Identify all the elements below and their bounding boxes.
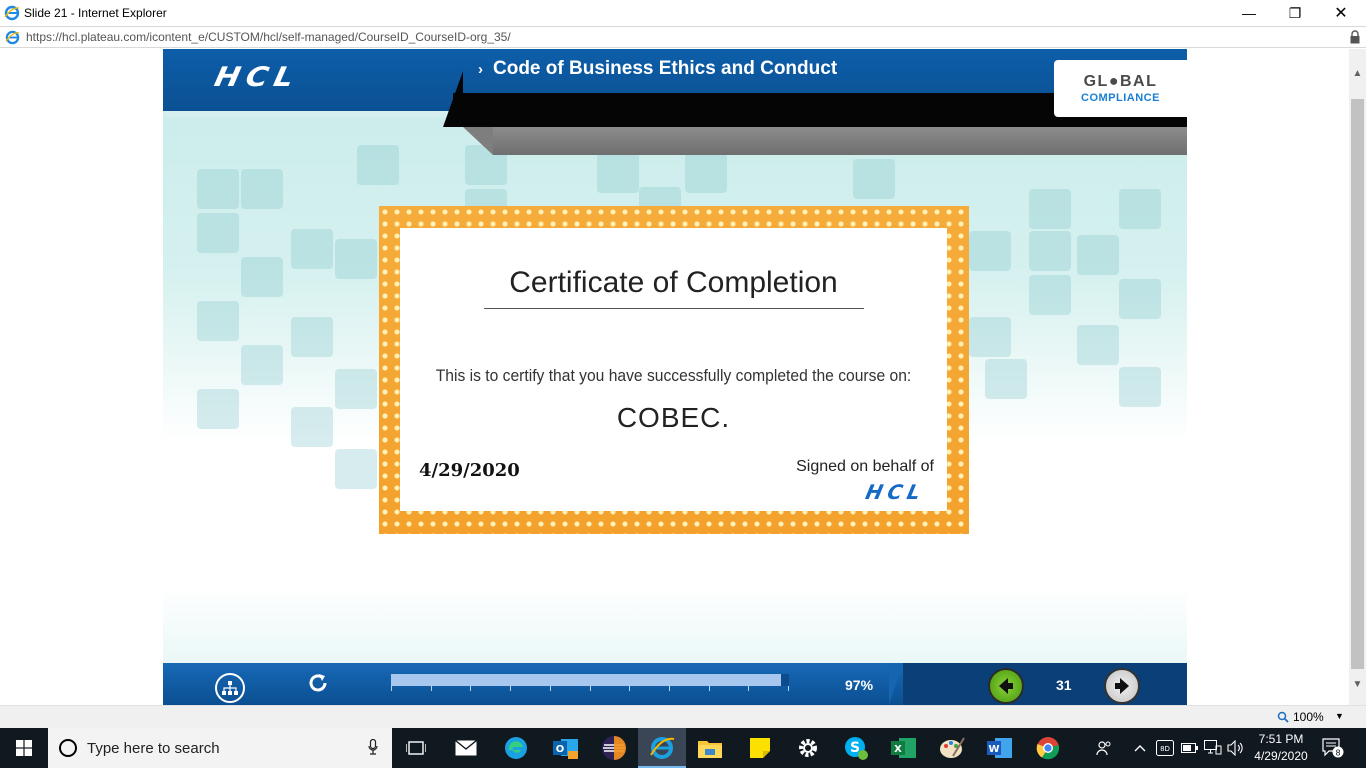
progress-percent: 97% — [845, 677, 874, 693]
zoom-level: 100% — [1293, 710, 1324, 724]
file-explorer-icon[interactable] — [686, 728, 734, 768]
close-button[interactable]: ✕ — [1318, 0, 1364, 26]
vertical-scrollbar[interactable]: ▲ ▼ — [1349, 49, 1366, 705]
scroll-up-icon[interactable]: ▲ — [1349, 65, 1366, 82]
player-footer: 97% 31 — [163, 663, 1187, 705]
signed-on-behalf-label: Signed on behalf of — [796, 458, 934, 475]
sitemap-icon — [222, 681, 238, 695]
certificate-title: Certificate of Completion — [509, 266, 838, 299]
microphone-icon[interactable] — [368, 739, 378, 755]
replay-icon — [309, 674, 327, 692]
settings-gear-icon[interactable] — [784, 728, 832, 768]
skype-icon[interactable]: S — [832, 728, 880, 768]
scroll-down-icon[interactable]: ▼ — [1349, 676, 1366, 693]
excel-icon[interactable]: X — [880, 728, 928, 768]
progress-tick — [510, 686, 512, 691]
next-slide-button[interactable] — [1104, 668, 1140, 704]
internet-explorer-taskbar-icon[interactable] — [638, 728, 686, 768]
sitemap-button[interactable] — [215, 673, 245, 703]
tray-overflow-icon[interactable] — [1134, 728, 1146, 768]
task-view-icon[interactable] — [392, 728, 440, 768]
progress-fill — [391, 674, 782, 686]
action-center-icon[interactable]: 8 — [1322, 728, 1344, 768]
minimize-button[interactable]: — — [1226, 0, 1272, 26]
slide-number: 31 — [1056, 677, 1072, 693]
svg-text:X: X — [894, 744, 902, 755]
zoom-icon — [1277, 711, 1289, 723]
status-bar: 100% ▼ — [0, 705, 1366, 728]
paint-icon[interactable] — [928, 728, 976, 768]
progress-tick — [668, 686, 670, 691]
course-title-text: Code of Business Ethics and Conduct — [493, 58, 838, 79]
course-progress-bar — [391, 674, 789, 691]
lock-icon[interactable] — [1350, 30, 1360, 44]
clock-date: 4/29/2020 — [1254, 749, 1308, 763]
notification-count: 8 — [1335, 749, 1340, 758]
signer-hcl-logo: HCL — [863, 480, 928, 504]
zoom-dropdown-icon[interactable]: ▼ — [1335, 711, 1344, 721]
certificate-statement: This is to certify that you have success… — [435, 366, 912, 385]
progress-tick — [589, 686, 591, 691]
start-button[interactable] — [0, 728, 48, 768]
svg-text:8D: 8D — [1160, 745, 1170, 753]
completion-date: 4/29/2020 — [419, 460, 520, 481]
eclipse-icon[interactable] — [590, 728, 638, 768]
network-icon[interactable] — [1204, 728, 1222, 768]
cortana-icon — [59, 739, 77, 757]
internet-explorer-icon — [4, 5, 20, 21]
chrome-icon[interactable] — [1024, 728, 1072, 768]
outlook-icon[interactable]: O — [542, 728, 590, 768]
progress-tick — [629, 686, 631, 691]
maximize-button[interactable]: ❐ — [1272, 0, 1318, 26]
progress-tick — [708, 686, 710, 691]
title-divider — [484, 308, 864, 309]
sticky-notes-icon[interactable] — [736, 728, 784, 768]
title-bar: Slide 21 - Internet Explorer — [0, 0, 1366, 26]
certificate: Certificate of Completion This is to cer… — [379, 206, 969, 534]
progress-tick — [391, 686, 392, 691]
mail-icon[interactable] — [442, 728, 490, 768]
taskbar-clock[interactable]: 7:51 PM 4/29/2020 — [1248, 731, 1314, 765]
arrow-left-icon — [999, 678, 1013, 694]
edge-icon[interactable] — [492, 728, 540, 768]
progress-tick — [470, 686, 472, 691]
progress-tick — [788, 686, 789, 691]
people-icon[interactable] — [1096, 728, 1112, 768]
course-name: COBEC. — [616, 402, 731, 433]
course-player: HCL › Code of Business Ethics and Conduc… — [163, 49, 1187, 705]
bluetooth-app-icon[interactable]: 8D — [1156, 728, 1174, 768]
svg-text:O: O — [556, 744, 565, 755]
progress-tick — [748, 686, 750, 691]
battery-icon[interactable] — [1181, 728, 1199, 768]
window-title: Slide 21 - Internet Explorer — [24, 6, 167, 20]
address-bar[interactable]: https://hcl.plateau.com/icontent_e/CUSTO… — [0, 26, 1366, 48]
zoom-control[interactable]: 100% — [1277, 710, 1324, 724]
scroll-thumb[interactable] — [1351, 99, 1364, 669]
windows-taskbar: Type here to search O S X W 8D 7:51 PM 4… — [0, 728, 1366, 768]
arrow-right-icon — [1115, 678, 1129, 694]
certificate-body: Certificate of Completion This is to cer… — [400, 228, 947, 511]
chevron-right-icon: › — [478, 60, 483, 78]
volume-icon[interactable] — [1227, 728, 1245, 768]
taskbar-search-box[interactable]: Type here to search — [48, 728, 392, 768]
progress-tick — [549, 686, 551, 691]
word-icon[interactable]: W — [976, 728, 1024, 768]
global-compliance-line1: GL●BAL — [1083, 73, 1158, 90]
site-favicon-icon — [5, 30, 20, 44]
progress-tick — [430, 686, 432, 691]
replay-button[interactable] — [304, 669, 332, 697]
hcl-logo: HCL — [211, 61, 303, 94]
svg-text:W: W — [988, 744, 999, 755]
global-compliance-logo: GL●BAL COMPLIANCE — [1054, 60, 1187, 117]
clock-time: 7:51 PM — [1258, 732, 1304, 746]
windows-logo-icon — [16, 740, 32, 756]
course-title: › Code of Business Ethics and Conduct — [478, 58, 837, 80]
url-text[interactable]: https://hcl.plateau.com/icontent_e/CUSTO… — [26, 30, 511, 44]
search-placeholder: Type here to search — [87, 739, 220, 757]
global-compliance-line2: COMPLIANCE — [1081, 92, 1160, 104]
previous-slide-button[interactable] — [988, 668, 1024, 704]
